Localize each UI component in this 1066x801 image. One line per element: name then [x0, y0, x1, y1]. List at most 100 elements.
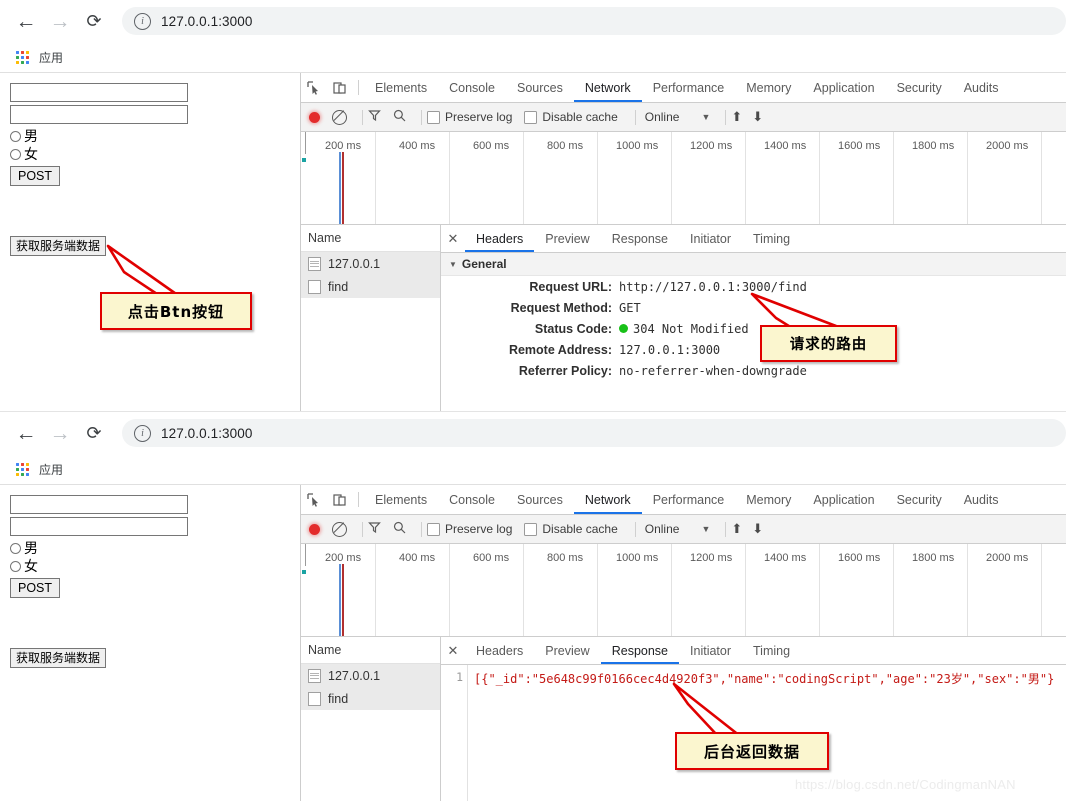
import-arrow-up-icon[interactable]: ⬆	[731, 109, 742, 125]
devtools-tab-memory[interactable]: Memory	[735, 74, 802, 102]
devtools-tab-application[interactable]: Application	[802, 486, 885, 514]
info-circle-icon[interactable]: i	[134, 424, 151, 442]
preserve-log-checkbox[interactable]: Preserve log	[427, 522, 512, 536]
toolbar-divider	[358, 80, 359, 95]
devtools-tab-sources[interactable]: Sources	[506, 486, 574, 514]
post-button[interactable]: POST	[10, 578, 61, 598]
address-bar-2[interactable]: i 127.0.0.1:3000	[122, 419, 1066, 447]
search-magnifier-icon[interactable]	[393, 109, 406, 125]
detail-tab-initiator[interactable]: Initiator	[679, 226, 742, 252]
devtools-tab-elements[interactable]: Elements	[364, 74, 438, 102]
radio-row-male[interactable]: 男	[10, 539, 290, 557]
detail-tab-timing[interactable]: Timing	[742, 226, 801, 252]
devtools-tab-console[interactable]: Console	[438, 74, 506, 102]
devtools-tab-memory[interactable]: Memory	[735, 486, 802, 514]
record-dot-icon[interactable]	[309, 523, 320, 535]
network-timeline-overview-2[interactable]: 200 ms 400 ms 600 ms 800 ms 1000 ms 1200…	[301, 544, 1066, 637]
radio-female-icon[interactable]	[10, 560, 21, 572]
fetch-server-data-button[interactable]: 获取服务端数据	[10, 236, 107, 256]
devtools-tab-elements[interactable]: Elements	[364, 486, 438, 514]
bookmark-apps-label[interactable]: 应用	[39, 461, 63, 478]
disable-cache-box-icon[interactable]	[524, 110, 538, 124]
text-input-2[interactable]	[10, 105, 188, 124]
devtools-tab-audits[interactable]: Audits	[953, 74, 1010, 102]
network-timeline-overview[interactable]: 200 ms 400 ms 600 ms 800 ms 1000 ms 1200…	[301, 132, 1066, 225]
funnel-filter-icon[interactable]	[368, 521, 381, 537]
detail-tab-response[interactable]: Response	[601, 226, 679, 252]
forward-arrow-icon[interactable]: →	[46, 7, 74, 35]
preserve-log-box-icon[interactable]	[427, 522, 440, 536]
export-arrow-down-icon[interactable]: ⬇	[752, 521, 763, 537]
radio-row-male[interactable]: 男	[10, 127, 290, 145]
apps-grid-icon[interactable]	[16, 51, 30, 64]
text-input-1[interactable]	[10, 83, 188, 102]
reload-icon[interactable]: ⟳	[80, 419, 108, 447]
address-bar[interactable]: i 127.0.0.1:3000	[122, 7, 1066, 35]
device-toolbar-icon[interactable]	[327, 75, 353, 101]
table-row[interactable]: find	[301, 275, 440, 298]
general-section-header[interactable]: ▼ General	[441, 253, 1066, 276]
fetch-server-data-button[interactable]: 获取服务端数据	[10, 648, 107, 668]
requests-column-header[interactable]: Name	[301, 225, 440, 252]
bookmark-apps-label[interactable]: 应用	[39, 49, 63, 66]
radio-female-icon[interactable]	[10, 148, 21, 160]
apps-grid-icon[interactable]	[16, 463, 30, 476]
blank-document-icon	[308, 691, 321, 706]
disable-cache-box-icon[interactable]	[524, 522, 538, 536]
throttle-select-value[interactable]: Online	[645, 110, 680, 124]
detail-tab-preview[interactable]: Preview	[534, 638, 600, 664]
search-magnifier-icon[interactable]	[393, 521, 406, 537]
requests-column-header[interactable]: Name	[301, 637, 440, 664]
post-button[interactable]: POST	[10, 166, 61, 186]
back-arrow-icon[interactable]: ←	[12, 7, 40, 35]
devtools-tab-security[interactable]: Security	[886, 74, 953, 102]
chevron-down-icon[interactable]: ▼	[701, 112, 710, 122]
detail-tab-initiator[interactable]: Initiator	[679, 638, 742, 664]
disable-cache-checkbox[interactable]: Disable cache	[524, 522, 618, 536]
funnel-filter-icon[interactable]	[368, 109, 381, 125]
devtools-tab-network[interactable]: Network	[573, 74, 642, 102]
detail-tab-headers[interactable]: Headers	[465, 226, 535, 252]
detail-tab-response[interactable]: Response	[600, 638, 680, 664]
close-x-icon[interactable]: ✕	[441, 231, 465, 247]
export-arrow-down-icon[interactable]: ⬇	[752, 109, 763, 125]
reload-icon[interactable]: ⟳	[80, 7, 108, 35]
detail-tab-preview[interactable]: Preview	[534, 226, 600, 252]
table-row[interactable]: 127.0.0.1	[301, 664, 440, 687]
inspect-cursor-icon[interactable]	[301, 75, 327, 101]
radio-male-icon[interactable]	[10, 130, 21, 142]
triangle-down-icon[interactable]: ▼	[449, 260, 457, 269]
radio-row-female[interactable]: 女	[10, 145, 290, 163]
import-arrow-up-icon[interactable]: ⬆	[731, 521, 742, 537]
devtools-tab-sources[interactable]: Sources	[506, 74, 574, 102]
clear-no-entry-icon[interactable]	[332, 521, 347, 537]
inspect-cursor-icon[interactable]	[301, 487, 327, 513]
text-input-1[interactable]	[10, 495, 188, 514]
devtools-tab-performance[interactable]: Performance	[642, 74, 736, 102]
devtools-tab-audits[interactable]: Audits	[953, 486, 1010, 514]
throttle-select-value[interactable]: Online	[645, 522, 680, 536]
devtools-tab-network[interactable]: Network	[573, 486, 642, 514]
forward-arrow-icon[interactable]: →	[46, 419, 74, 447]
devtools-tab-performance[interactable]: Performance	[642, 486, 736, 514]
record-dot-icon[interactable]	[309, 111, 320, 123]
clear-no-entry-icon[interactable]	[332, 109, 347, 125]
table-row[interactable]: 127.0.0.1	[301, 252, 440, 275]
text-input-2[interactable]	[10, 517, 188, 536]
device-toolbar-icon[interactable]	[327, 487, 353, 513]
back-arrow-icon[interactable]: ←	[12, 419, 40, 447]
radio-row-female[interactable]: 女	[10, 557, 290, 575]
preserve-log-box-icon[interactable]	[427, 110, 440, 124]
chevron-down-icon[interactable]: ▼	[701, 524, 710, 534]
detail-tab-headers[interactable]: Headers	[465, 638, 534, 664]
close-x-icon[interactable]: ✕	[441, 643, 465, 659]
table-row[interactable]: find	[301, 687, 440, 710]
detail-tab-timing[interactable]: Timing	[742, 638, 801, 664]
devtools-tab-security[interactable]: Security	[886, 486, 953, 514]
radio-male-icon[interactable]	[10, 542, 21, 554]
devtools-tab-application[interactable]: Application	[802, 74, 885, 102]
devtools-tab-console[interactable]: Console	[438, 486, 506, 514]
info-circle-icon[interactable]: i	[134, 12, 151, 30]
disable-cache-checkbox[interactable]: Disable cache	[524, 110, 618, 124]
preserve-log-checkbox[interactable]: Preserve log	[427, 110, 512, 124]
